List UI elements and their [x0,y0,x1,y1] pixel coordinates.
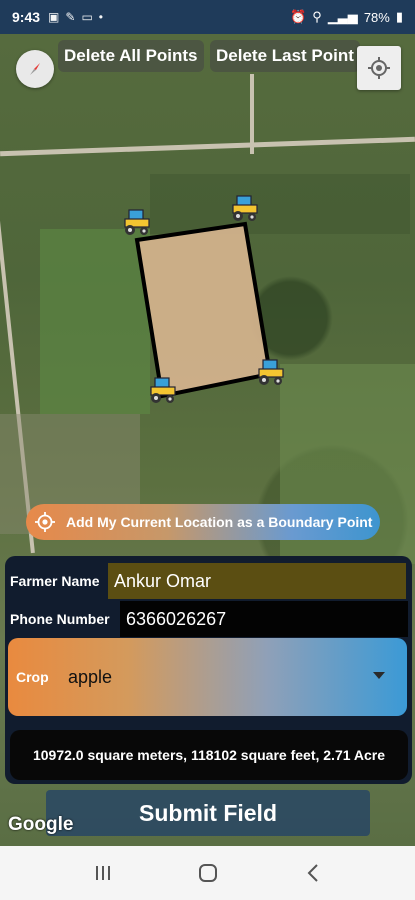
crop-dropdown[interactable]: Crop apple [8,638,407,716]
phone-number-label: Phone Number [10,611,110,627]
recent-apps-button[interactable] [83,853,123,893]
submit-field-label: Submit Field [139,799,277,826]
back-icon [307,864,318,882]
location-target-icon [35,512,55,532]
status-right-icons: ⏰ ⚲ ▁▃▅ 78% ▮ [290,9,403,25]
recent-apps-icon [95,866,110,880]
delete-all-points-label: Delete All Points [64,46,198,65]
tools-icon: ✎ [65,10,76,24]
google-logo: Google [8,814,74,835]
dropdown-arrow-icon [373,672,385,679]
delete-all-points-button[interactable]: Delete All Points [58,40,204,72]
area-readout: 10972.0 square meters, 118102 square fee… [10,730,408,780]
status-bar: 9:43 ▣ ✎ ▭ • ⏰ ⚲ ▁▃▅ 78% ▮ [0,0,415,34]
farmer-name-input[interactable]: Ankur Omar [108,563,406,599]
compass-icon [30,63,40,75]
system-nav-bar [0,846,415,900]
crosshair-icon [368,57,390,79]
phone-number-input[interactable]: 6366026267 [120,601,408,637]
my-location-button[interactable] [357,46,401,90]
compass-button[interactable] [16,50,54,88]
add-current-location-button[interactable]: Add My Current Location as a Boundary Po… [26,504,380,540]
back-button[interactable] [293,853,333,893]
laptop-icon: ▭ [81,10,93,24]
alarm-icon: ⏰ [290,9,307,24]
battery-icon: ▮ [395,9,403,24]
farmer-name-label: Farmer Name [10,573,100,589]
area-text: 10972.0 square meters, 118102 square fee… [32,747,386,763]
farmer-name-row: Farmer Name Ankur Omar [10,562,406,600]
tractor-marker-icon[interactable] [121,208,151,236]
delete-last-point-label: Delete Last Point [216,46,354,65]
home-button[interactable] [188,853,228,893]
crop-label: Crop [16,669,49,685]
tractor-marker-icon[interactable] [229,194,259,222]
signal-icon: ▁▃▅ [327,9,358,24]
location-icon: ⚲ [312,9,322,24]
tractor-marker-icon[interactable] [255,358,285,386]
battery-level: 78% [363,9,390,25]
delete-last-point-button[interactable]: Delete Last Point [210,40,360,72]
status-left-icons: ▣ ✎ ▭ • [48,10,103,24]
crop-selected-value: apple [68,666,113,687]
status-time: 9:43 [12,9,41,25]
image-icon: ▣ [48,10,60,24]
add-current-location-label: Add My Current Location as a Boundary Po… [66,514,373,530]
submit-field-button[interactable]: Submit Field [46,790,370,836]
tractor-marker-icon[interactable] [147,376,177,404]
phone-number-row: Phone Number 6366026267 [10,600,408,638]
home-icon [198,864,217,882]
dot-icon: • [98,10,103,24]
